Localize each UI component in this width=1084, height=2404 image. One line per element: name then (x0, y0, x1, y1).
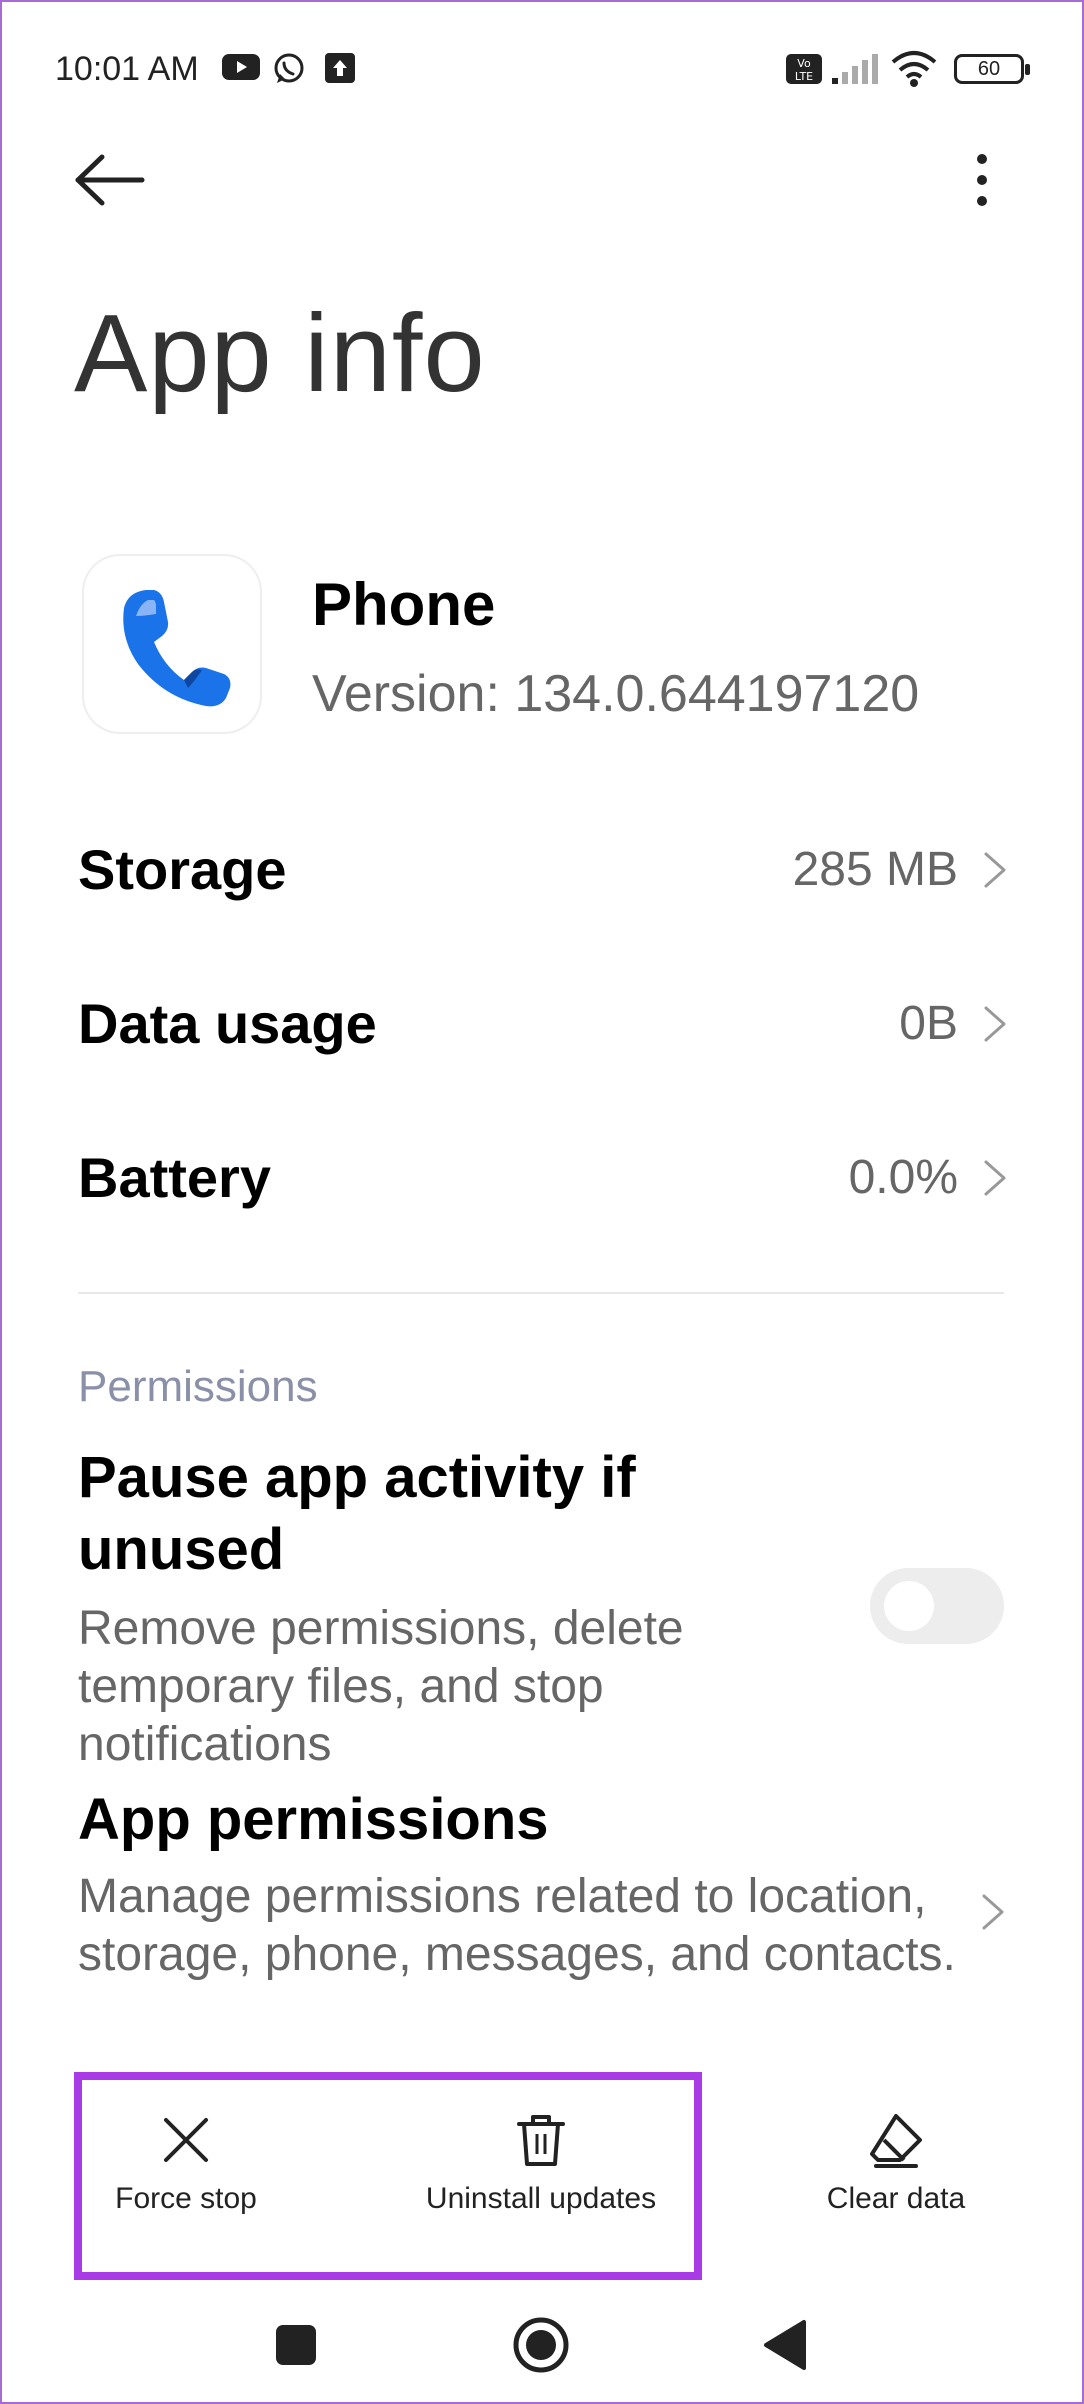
clear-data-label: Clear data (826, 2182, 966, 2215)
volte-icon: Vo LTE (786, 54, 822, 89)
eraser-icon (870, 2114, 922, 2168)
force-stop-label: Force stop (115, 2182, 257, 2215)
uninstall-updates-button[interactable]: Uninstall updates (391, 2110, 691, 2220)
whatsapp-icon (272, 52, 306, 91)
battery-label: Battery (78, 1146, 271, 1209)
upload-icon (324, 52, 356, 89)
battery-value: 0.0% (848, 1151, 958, 1204)
nav-recents-button[interactable] (261, 2310, 331, 2380)
chevron-right-icon (984, 852, 1006, 888)
data-usage-label: Data usage (78, 992, 377, 1055)
app-version: Version: 134.0.644197120 (312, 665, 920, 723)
more-vert-icon (977, 154, 987, 206)
divider (78, 1292, 1004, 1294)
app-permissions-description: Manage permissions related to location, … (78, 1870, 956, 1981)
trash-icon (517, 2115, 565, 2166)
app-permissions-title: App permissions (78, 1787, 549, 1852)
storage-value: 285 MB (792, 843, 958, 896)
svg-text:LTE: LTE (795, 70, 813, 83)
pause-activity-title: Pause app activity if unused (78, 1445, 636, 1582)
nav-home-button[interactable] (506, 2310, 576, 2380)
square-icon (276, 2325, 316, 2365)
page-title: App info (74, 292, 486, 415)
data-usage-row[interactable]: Data usage 0B (78, 966, 1008, 1076)
chevron-right-icon (984, 1006, 1006, 1042)
arrow-left-icon (75, 154, 145, 206)
youtube-icon (222, 52, 260, 87)
status-time: 10:01 AM (55, 50, 199, 88)
triangle-back-icon (764, 2320, 806, 2370)
phone-app-icon (84, 556, 260, 732)
chevron-right-icon (982, 1894, 1004, 1930)
pause-activity-toggle[interactable] (870, 1568, 1004, 1644)
uninstall-updates-label: Uninstall updates (425, 2182, 657, 2215)
battery-row[interactable]: Battery 0.0% (78, 1120, 1008, 1230)
nav-back-button[interactable] (752, 2310, 822, 2380)
pause-activity-description: Remove permissions, delete temporary fil… (78, 1602, 684, 1771)
app-name: Phone (312, 571, 496, 638)
close-icon (164, 2118, 208, 2162)
more-options-button[interactable] (950, 145, 1014, 215)
toggle-knob (884, 1581, 934, 1631)
signal-icon (830, 52, 880, 91)
battery-indicator: 60 (954, 54, 1030, 84)
force-stop-button[interactable]: Force stop (36, 2110, 336, 2220)
permissions-section-header: Permissions (78, 1362, 318, 1411)
back-button[interactable] (70, 145, 150, 215)
chevron-right-icon (984, 1160, 1006, 1196)
clear-data-button[interactable]: Clear data (746, 2110, 1046, 2220)
home-circle-icon (513, 2317, 569, 2373)
status-bar: 10:01 AM Vo LTE 60 (0, 40, 1084, 100)
svg-text:Vo: Vo (797, 57, 811, 70)
data-usage-value: 0B (899, 997, 958, 1050)
storage-label: Storage (78, 838, 287, 901)
storage-row[interactable]: Storage 285 MB (78, 812, 1008, 922)
wifi-icon (890, 50, 938, 93)
